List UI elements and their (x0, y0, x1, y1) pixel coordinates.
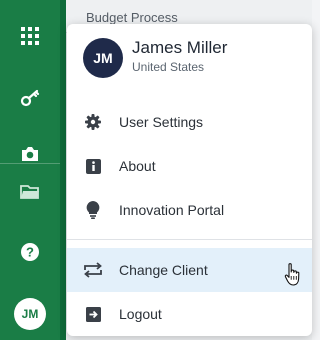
lightbulb-icon (67, 188, 119, 232)
menu-item-logout[interactable]: Logout (67, 292, 312, 336)
menu-item-change-client[interactable]: Change Client (67, 248, 312, 292)
profile-avatar: JM (83, 38, 123, 78)
apps-grid-icon[interactable] (0, 16, 60, 56)
hand-cursor-icon (283, 262, 303, 293)
sidebar: ? JM (0, 0, 60, 340)
svg-text:?: ? (26, 245, 34, 260)
folder-icon[interactable] (0, 172, 60, 212)
sidebar-user-avatar[interactable]: JM (0, 294, 60, 334)
user-country: United States (132, 60, 205, 74)
page-title: Budget Process (86, 10, 178, 25)
camera-icon[interactable] (0, 134, 60, 174)
menu-item-label: Change Client (119, 262, 208, 278)
info-icon (67, 144, 119, 188)
user-name: James Miller (132, 38, 228, 57)
sidebar-divider (0, 163, 60, 164)
avatar: JM (14, 298, 46, 330)
menu-item-innovation-portal[interactable]: Innovation Portal (67, 188, 312, 232)
user-menu: JM James Miller United States User Setti… (67, 24, 312, 336)
swap-arrows-icon (67, 248, 119, 292)
menu-item-about[interactable]: About (67, 144, 312, 188)
menu-item-label: About (119, 158, 156, 174)
menu-item-label: Innovation Portal (119, 202, 225, 218)
key-icon[interactable] (0, 78, 60, 118)
gear-icon (67, 100, 119, 144)
menu-item-user-settings[interactable]: User Settings (67, 100, 312, 144)
logout-icon (67, 292, 119, 336)
menu-divider (67, 239, 312, 240)
help-icon[interactable]: ? (0, 232, 60, 272)
menu-item-label: Logout (119, 306, 162, 322)
menu-item-label: User Settings (119, 114, 204, 130)
profile-header: JM James Miller United States (67, 24, 312, 92)
